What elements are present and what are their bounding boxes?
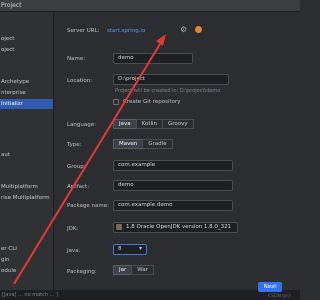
language-option-kotlin[interactable]: Kotlin <box>135 119 164 129</box>
name-label: Name: <box>67 56 86 62</box>
generator-sidebar: oject oject Archetype nterprise Initiali… <box>0 12 54 290</box>
chevron-down-icon[interactable]: ▾ <box>139 245 142 252</box>
packaging-label: Packaging: <box>67 269 97 275</box>
java-label: Java: <box>67 248 81 254</box>
packaging-selector: Jar War <box>113 265 154 275</box>
jdk-label: JDK: <box>67 226 79 232</box>
language-label: Language: <box>67 122 96 128</box>
language-option-groovy[interactable]: Groovy <box>162 119 194 129</box>
status-footer: [Java] ... no match ... ] <box>0 290 300 300</box>
sidebar-item-jakarta-ee[interactable]: nterprise <box>0 88 53 98</box>
type-selector: Maven Gradle <box>113 139 173 149</box>
gear-icon[interactable]: ⚙ <box>180 25 187 34</box>
type-option-maven[interactable]: Maven <box>113 139 144 149</box>
csdn-watermark: CSDN @小 <box>268 294 292 299</box>
window-titlebar: Project <box>0 0 300 12</box>
sidebar-item-maven-archetype[interactable]: Archetype <box>0 77 53 87</box>
location-hint: Project will be created in: D:\project\d… <box>115 88 221 94</box>
git-checkbox-label: Create Git repository <box>123 99 181 105</box>
sidebar-item-kotlin-multiplatform[interactable]: Multiplatform <box>0 182 53 192</box>
git-checkbox[interactable] <box>113 99 119 105</box>
type-option-gradle[interactable]: Gradle <box>142 139 173 149</box>
sidebar-item-spring-initializr[interactable]: Initializr <box>0 99 53 109</box>
sidebar-item-micronaut[interactable]: aut <box>0 150 53 160</box>
group-label: Group: <box>67 164 86 170</box>
location-label: Location: <box>67 78 93 84</box>
jdk-icon <box>116 224 122 230</box>
location-input[interactable]: D:\project <box>113 74 229 85</box>
jdk-select[interactable]: 1.8 Oracle OpenJDK version 1.8.0_321 <box>113 222 238 233</box>
sidebar-item-plugin[interactable]: gin <box>0 255 53 265</box>
sidebar-item-new-project[interactable]: oject <box>0 34 53 44</box>
sidebar-item-server-cli[interactable]: er CLI <box>0 244 53 254</box>
group-input[interactable]: com.example <box>113 160 233 171</box>
packaging-option-jar[interactable]: Jar <box>113 265 133 275</box>
packaging-option-war[interactable]: War <box>131 265 154 275</box>
server-url-link[interactable]: start.spring.io <box>107 28 145 34</box>
language-selector: Java Kotlin Groovy <box>113 119 194 129</box>
type-label: Type: <box>67 142 82 148</box>
server-url-label: Server URL: <box>67 28 100 34</box>
name-input[interactable]: demo <box>113 53 193 64</box>
next-button[interactable]: Next <box>258 282 282 292</box>
window-title: Project <box>1 2 22 9</box>
project-form: Server URL: start.spring.io ⚙ Name: demo… <box>55 12 300 290</box>
language-option-java[interactable]: Java <box>113 119 137 129</box>
sidebar-item-compose-multiplatform[interactable]: rise Multiplatform <box>0 193 53 203</box>
status-text: [Java] ... no match ... ] <box>2 292 58 298</box>
package-name-label: Package name: <box>67 203 109 209</box>
sidebar-item-empty-project[interactable]: oject <box>0 45 53 55</box>
info-icon[interactable] <box>195 26 202 33</box>
artifact-label: Artifact: <box>67 184 90 190</box>
artifact-input[interactable]: demo <box>113 180 233 191</box>
package-name-input[interactable]: com.example.demo <box>113 200 233 211</box>
sidebar-item-module[interactable]: odule <box>0 266 53 276</box>
